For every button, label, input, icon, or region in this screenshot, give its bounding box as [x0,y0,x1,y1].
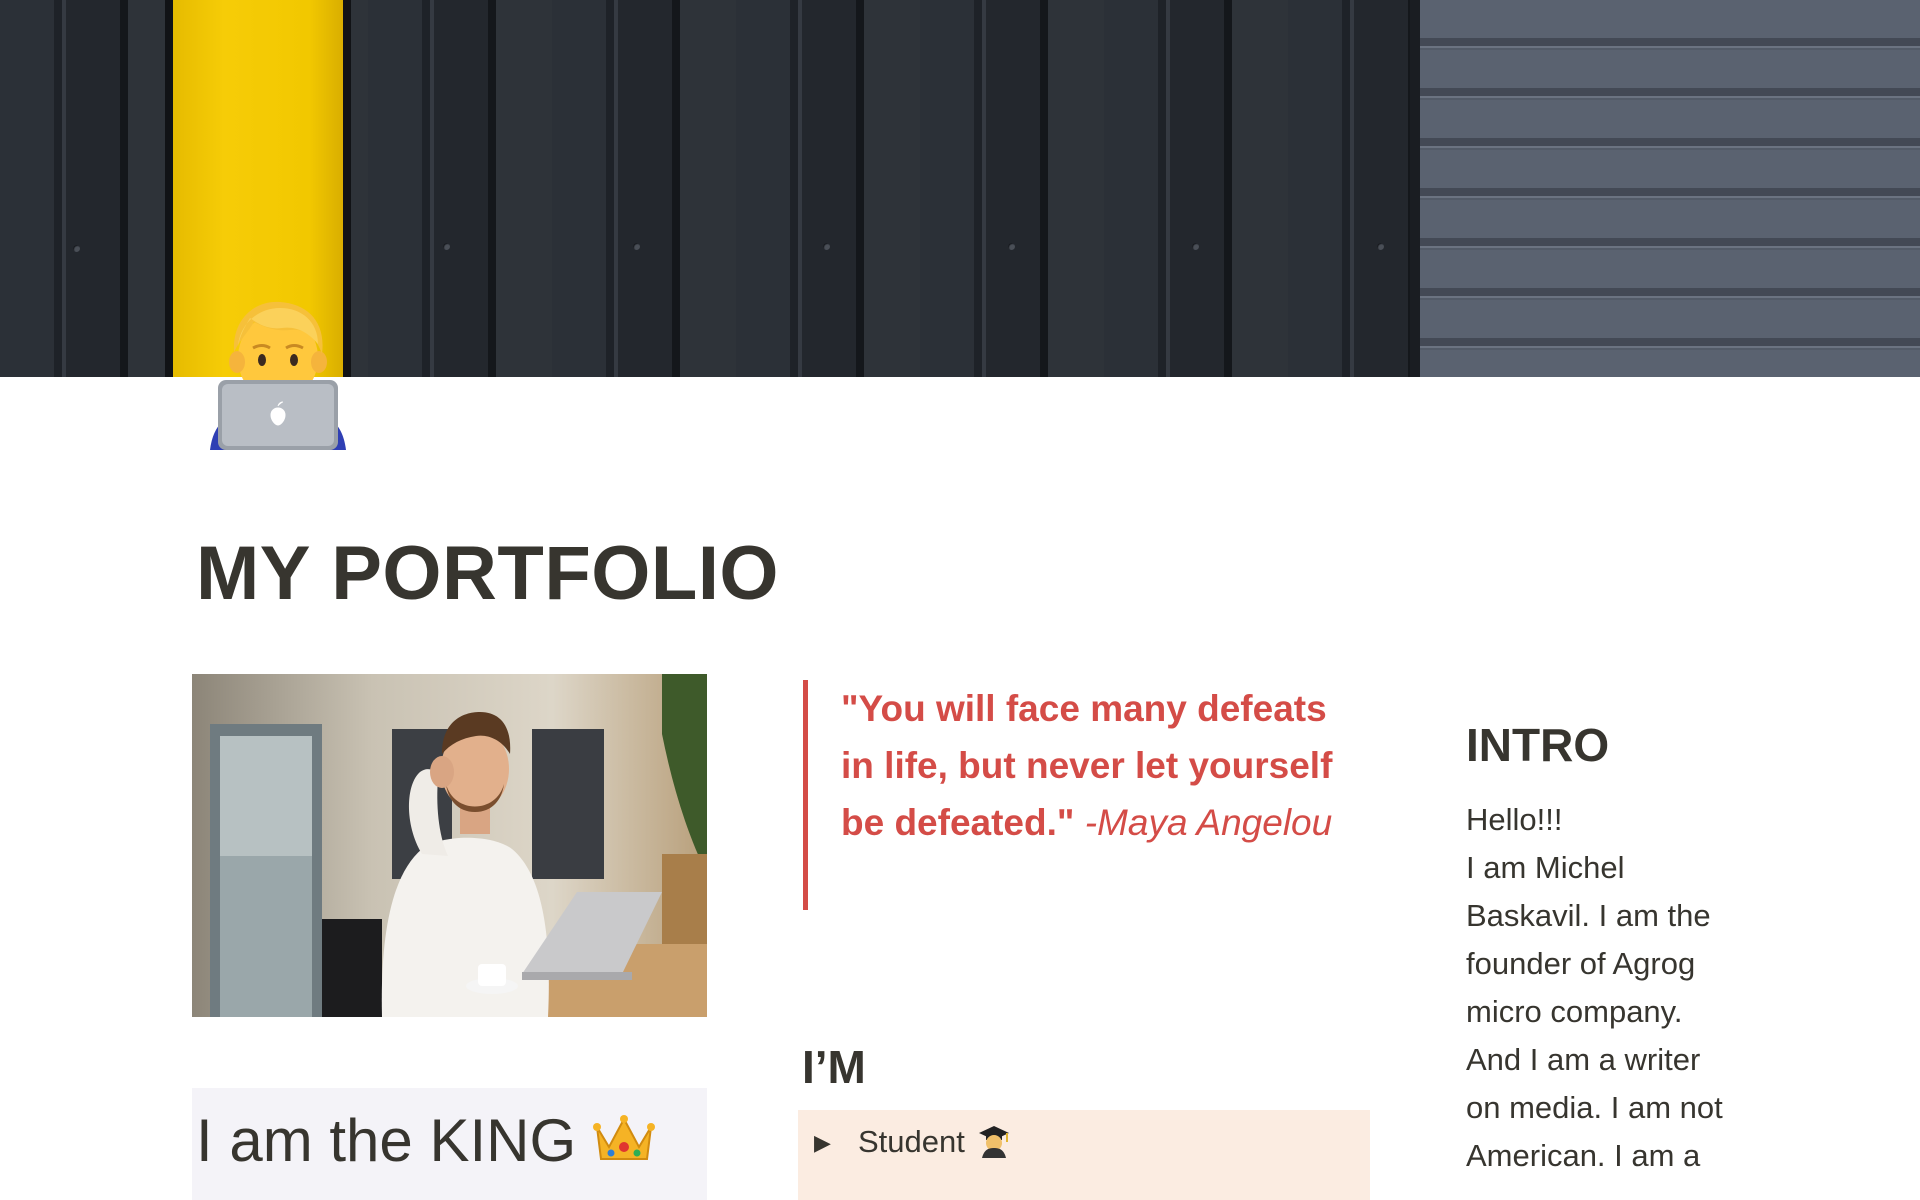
cover-stripe-edge [165,0,173,377]
cover-siding [1420,0,1920,377]
intro-line: micro company. [1466,994,1683,1029]
king-text: I am the KING [196,1106,655,1175]
toggle-label: Student [858,1124,965,1159]
intro-line: Hello!!! [1466,802,1563,837]
im-heading[interactable]: I’M [802,1040,866,1094]
cover-rivet [73,245,80,252]
quote-author: -Maya Angelou [1084,802,1333,843]
cover-rivet [1192,243,1199,250]
intro-line: on media. I am not [1466,1090,1723,1125]
intro-heading[interactable]: INTRO [1466,718,1609,772]
toggle-student[interactable]: ▶ Student [798,1110,1370,1200]
toggle-arrow-icon[interactable]: ▶ [814,1130,831,1156]
cover-rivet [633,243,640,250]
king-callout[interactable]: I am the KING [192,1088,707,1200]
cover-rivet [1377,243,1384,250]
intro-line: American. I am a [1466,1138,1701,1173]
graduate-icon [978,1124,1010,1158]
cover-rivet [823,243,830,250]
quote-block[interactable]: "You will face many defeats in life, but… [803,680,1343,910]
portfolio-photo [192,674,707,1017]
intro-line: founder of Agrog [1466,946,1696,981]
intro-line: Baskavil. I am the [1466,898,1711,933]
king-label: I am the KING [196,1107,577,1174]
cover-rivet [443,243,450,250]
cover-rivet [1008,243,1015,250]
man-technologist-icon[interactable] [204,296,352,450]
crown-icon [592,1107,655,1174]
page-title[interactable]: MY PORTFOLIO [196,530,779,617]
intro-line: I am Michel [1466,850,1625,885]
intro-text[interactable]: Hello!!! I am Michel Baskavil. I am the … [1466,796,1796,1180]
intro-line: And I am a writer [1466,1042,1701,1077]
